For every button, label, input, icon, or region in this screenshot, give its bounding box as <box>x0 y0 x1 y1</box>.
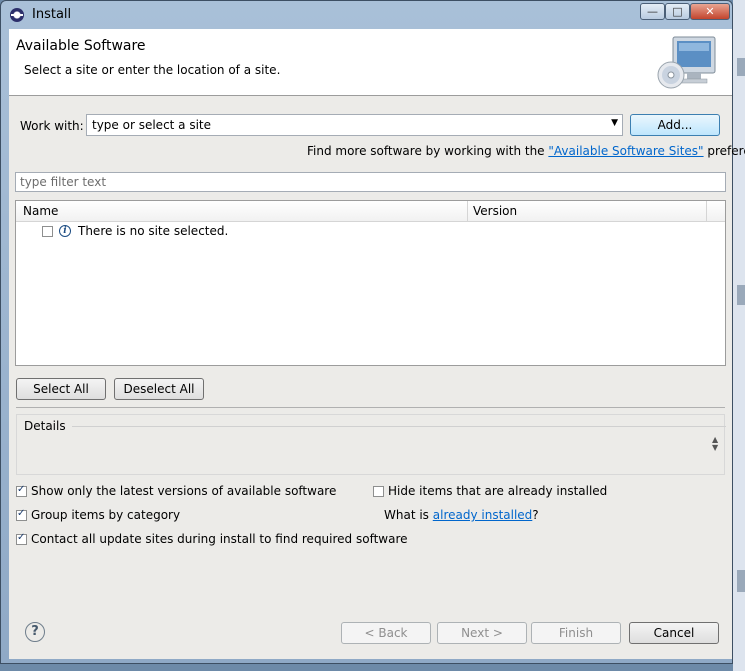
deselect-all-button[interactable]: Deselect All <box>114 378 204 400</box>
details-rule <box>72 426 726 427</box>
window-title: Install <box>32 7 72 22</box>
what-is-installed-text: What is already installed? <box>384 508 539 522</box>
install-dialog: Install — □ ✕ Available Software Select … <box>0 0 745 664</box>
details-label: Details <box>24 419 66 433</box>
available-software-sites-link[interactable]: "Available Software Sites" <box>548 144 703 158</box>
contact-sites-label: Contact all update sites during install … <box>31 532 408 546</box>
filter-input[interactable]: type filter text <box>15 172 726 192</box>
find-more-suffix: preferences. <box>707 144 745 158</box>
cancel-button[interactable]: Cancel <box>629 622 719 644</box>
hide-installed-checkbox[interactable] <box>373 486 384 497</box>
find-more-prefix: Find more software by working with the <box>307 144 549 158</box>
tree-header: Name Version <box>16 201 725 222</box>
header-banner: Available Software Select a site or ente… <box>9 29 732 96</box>
add-site-button[interactable]: Add... <box>630 114 720 136</box>
details-scroll-icon[interactable]: ▲ ▼ <box>712 436 718 452</box>
minimize-button[interactable]: — <box>640 3 665 20</box>
hide-installed-option[interactable]: Hide items that are already installed <box>373 484 693 500</box>
software-tree[interactable]: Name Version i There is no site selected… <box>15 200 726 366</box>
group-by-category-option[interactable]: Group items by category <box>16 508 336 524</box>
title-bar[interactable]: Install — □ ✕ <box>1 1 732 29</box>
group-by-category-label: Group items by category <box>31 508 181 522</box>
chevron-down-icon[interactable]: ▼ <box>611 118 618 128</box>
what-is-suffix: ? <box>532 508 539 522</box>
row-checkbox[interactable] <box>42 226 53 237</box>
row-text: There is no site selected. <box>78 224 229 238</box>
separator <box>16 407 725 408</box>
select-all-button[interactable]: Select All <box>16 378 106 400</box>
contact-sites-option[interactable]: Contact all update sites during install … <box>16 532 408 548</box>
filter-placeholder: type filter text <box>20 175 107 189</box>
details-box <box>16 414 725 475</box>
hide-installed-label: Hide items that are already installed <box>388 484 608 498</box>
back-button[interactable]: < Back <box>341 622 431 644</box>
column-header-name[interactable]: Name <box>23 204 58 218</box>
maximize-button[interactable]: □ <box>665 3 690 20</box>
finish-button[interactable]: Finish <box>531 622 621 644</box>
page-description: Select a site or enter the location of a… <box>24 63 281 77</box>
contact-sites-checkbox[interactable] <box>16 532 27 545</box>
background-window-edge <box>733 0 745 671</box>
close-button[interactable]: ✕ <box>690 3 730 20</box>
next-button[interactable]: Next > <box>437 622 527 644</box>
site-combo-value: type or select a site <box>92 118 212 132</box>
details-group: Details ▲ ▼ <box>16 414 726 476</box>
column-header-version[interactable]: Version <box>473 204 517 218</box>
eclipse-icon <box>10 8 24 22</box>
work-with-label: Work with: <box>20 119 84 133</box>
show-latest-checkbox[interactable] <box>16 484 27 497</box>
help-icon[interactable]: ? <box>25 622 45 642</box>
tree-row[interactable]: i There is no site selected. <box>16 222 725 242</box>
show-latest-label: Show only the latest versions of availab… <box>31 484 337 498</box>
already-installed-link[interactable]: already installed <box>433 508 533 522</box>
monitor-cd-icon <box>657 36 716 89</box>
dialog-content: Available Software Select a site or ente… <box>9 29 745 659</box>
site-combo[interactable]: type or select a site ▼ <box>86 114 623 136</box>
group-by-category-checkbox[interactable] <box>16 508 27 521</box>
find-more-text: Find more software by working with the "… <box>307 144 745 158</box>
what-is-prefix: What is <box>384 508 433 522</box>
show-latest-option[interactable]: Show only the latest versions of availab… <box>16 484 336 500</box>
page-title: Available Software <box>16 38 146 54</box>
info-icon: i <box>59 225 71 237</box>
